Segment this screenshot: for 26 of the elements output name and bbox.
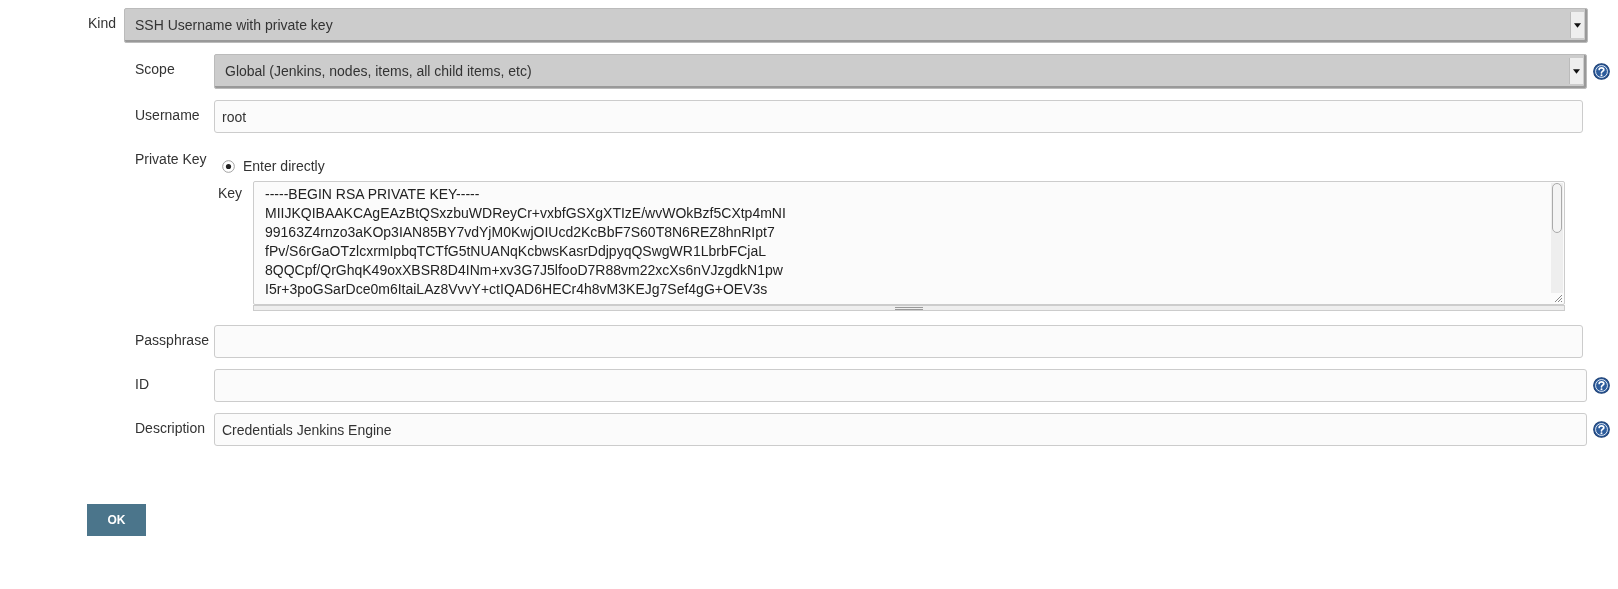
help-icon[interactable]	[1593, 421, 1610, 438]
input-field[interactable]: root	[214, 100, 1583, 133]
field-label: ID	[135, 375, 150, 394]
field-label: Private Key	[135, 150, 208, 169]
help-icon[interactable]	[1593, 63, 1610, 80]
scrollbar[interactable]	[1551, 183, 1563, 293]
input-field[interactable]: Credentials Jenkins Engine	[214, 413, 1587, 446]
ok-button[interactable]: OK	[87, 504, 146, 536]
field-label: Passphrase	[135, 331, 210, 350]
field-label: Key	[218, 184, 244, 203]
kind-select[interactable]: SSH Username with private key	[124, 8, 1588, 43]
scope-select[interactable]: Global (Jenkins, nodes, items, all child items, etc)	[214, 54, 1587, 89]
caret-icon	[1574, 22, 1581, 28]
key-field[interactable]: -----BEGIN RSA PRIVATE KEY----- MIIJKQIBAAKCAgEAzBtQSxzbuWDReyCr+vxbfGSXgXTIzE/wvWOkBzf5CXtp4mNI 99163Z4rnzo3aKOp3IAN85BY7vdYjM0KwjOIUcd2KcBbF7S60T8N6REZ8hnRIpt7 fPv/S6rGaOTzlcxrmIpbqTCTfG5tNUANqKcbwsKasrDdjpyqQSwgWR1LbrbFCjaL 8QQCpf/QrGhqK49oxXBSR8D4INm+xv3G7J5lfooD7R88vm22xcXs6nVJzgdkN1pw I5r+3poGSarDce0m6ItaiLAz8VvvY+ctIQAD6HECr4h8vM3KEJg7Sef4gG+OEV3s	[253, 181, 1565, 305]
input-field[interactable]	[214, 325, 1583, 358]
radio-button[interactable]	[222, 160, 235, 173]
field-label: Kind	[88, 14, 118, 33]
resize-handle[interactable]	[253, 305, 1565, 311]
help-icon[interactable]	[1593, 377, 1610, 394]
field-label: Scope	[135, 60, 176, 79]
field-label: Description	[135, 419, 207, 438]
input-field[interactable]	[214, 369, 1587, 402]
radio-label[interactable]: Enter directly	[243, 156, 325, 177]
field-label: Username	[135, 106, 201, 125]
caret-icon	[1573, 68, 1580, 74]
resize-grip-icon[interactable]	[1553, 293, 1563, 303]
